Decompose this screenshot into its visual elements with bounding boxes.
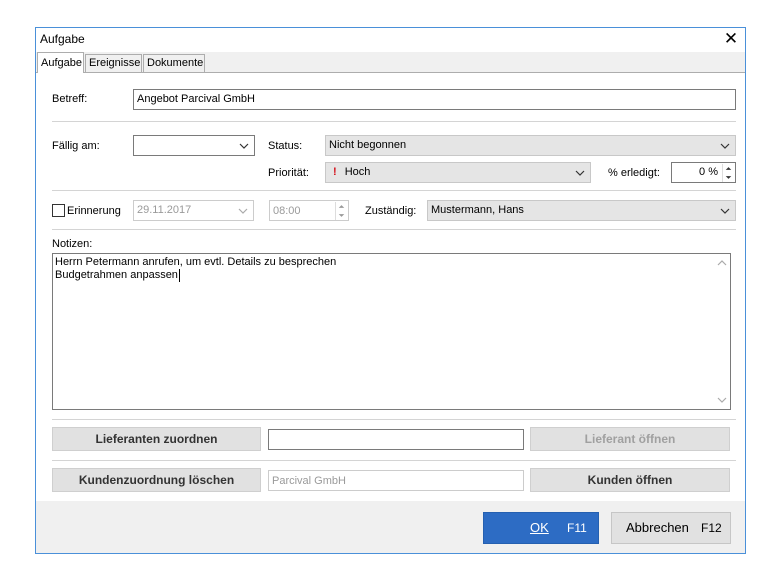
chevron-down-icon <box>238 208 248 214</box>
spin-up-icon[interactable] <box>722 164 734 173</box>
task-dialog: Aufgabe ✕ Aufgabe Ereignisse Dokumente B… <box>35 27 746 554</box>
scroll-up-icon[interactable] <box>716 258 728 268</box>
priority-value: Hoch <box>344 166 371 178</box>
percent-done-value: 0 % <box>699 166 718 178</box>
tab-strip: Aufgabe Ereignisse Dokumente <box>36 52 745 73</box>
reminder-checkbox[interactable] <box>52 204 65 217</box>
status-select[interactable]: Nicht begonnen <box>325 135 736 156</box>
divider <box>52 190 736 191</box>
notes-textarea[interactable]: Herrn Petermann anrufen, um evtl. Detail… <box>52 253 731 410</box>
reminder-time-value: 08:00 <box>273 205 301 217</box>
ok-shortcut: F11 <box>567 521 587 535</box>
reminder-label: Erinnerung <box>67 205 121 217</box>
assigned-select[interactable]: Mustermann, Hans <box>427 200 736 221</box>
supplier-field[interactable] <box>268 429 524 450</box>
open-supplier-button[interactable]: Lieferant öffnen <box>530 427 730 451</box>
spin-down-icon[interactable] <box>722 173 734 182</box>
tab-aufgabe[interactable]: Aufgabe <box>37 52 84 73</box>
divider <box>52 419 736 420</box>
cancel-label: Abbrechen <box>626 520 689 535</box>
notes-line: Budgetrahmen anpassen <box>55 269 180 282</box>
spin-down-icon[interactable] <box>335 211 347 220</box>
open-customer-button[interactable]: Kunden öffnen <box>530 468 730 492</box>
notes-scrollbar[interactable] <box>714 254 730 409</box>
assigned-label: Zuständig: <box>365 205 417 217</box>
notes-label: Notizen: <box>52 238 93 250</box>
chevron-down-icon <box>239 143 249 149</box>
tab-aufgabe-label: Aufgabe <box>41 57 82 69</box>
ok-label: OK <box>530 520 549 535</box>
assigned-value: Mustermann, Hans <box>431 204 524 216</box>
reminder-time-input[interactable]: 08:00 <box>269 200 349 221</box>
window-title: Aufgabe <box>40 32 85 46</box>
scroll-down-icon[interactable] <box>716 395 728 405</box>
assign-supplier-button[interactable]: Lieferanten zuordnen <box>52 427 261 451</box>
notes-line: Herrn Petermann anrufen, um evtl. Detail… <box>55 256 337 268</box>
reminder-date-value: 29.11.2017 <box>137 204 192 216</box>
priority-select[interactable]: ! Hoch <box>325 162 591 183</box>
chevron-down-icon <box>720 208 730 214</box>
cancel-shortcut: F12 <box>701 521 722 535</box>
remove-customer-button[interactable]: Kundenzuordnung löschen <box>52 468 261 492</box>
task-panel: Betreff: Angebot Parcival GmbH Fällig am… <box>36 72 745 501</box>
priority-high-icon: ! <box>333 166 337 178</box>
subject-input[interactable]: Angebot Parcival GmbH <box>133 89 736 110</box>
spin-up-icon[interactable] <box>335 202 347 211</box>
percent-done-label: % erledigt: <box>608 167 660 179</box>
divider <box>52 460 736 461</box>
divider <box>52 229 736 230</box>
cancel-button[interactable]: Abbrechen F12 <box>611 512 731 544</box>
percent-done-input[interactable]: 0 % <box>671 162 736 183</box>
tab-dokumente[interactable]: Dokumente <box>143 54 205 72</box>
title-bar: Aufgabe ✕ <box>36 28 745 52</box>
chevron-down-icon <box>575 170 585 176</box>
subject-label: Betreff: <box>52 93 88 105</box>
due-date-label: Fällig am: <box>52 140 100 152</box>
tab-ereignisse-label: Ereignisse <box>89 57 141 69</box>
tab-ereignisse[interactable]: Ereignisse <box>85 54 142 72</box>
priority-label: Priorität: <box>268 167 309 179</box>
customer-field[interactable]: Parcival GmbH <box>268 470 524 491</box>
chevron-down-icon <box>720 143 730 149</box>
close-icon[interactable]: ✕ <box>720 30 742 50</box>
status-label: Status: <box>268 140 303 152</box>
divider <box>52 121 736 122</box>
ok-button[interactable]: OK F11 <box>483 512 599 544</box>
reminder-date-picker[interactable]: 29.11.2017 <box>133 200 254 221</box>
status-value: Nicht begonnen <box>329 139 407 151</box>
tab-dokumente-label: Dokumente <box>147 57 204 69</box>
due-date-picker[interactable] <box>133 135 255 156</box>
